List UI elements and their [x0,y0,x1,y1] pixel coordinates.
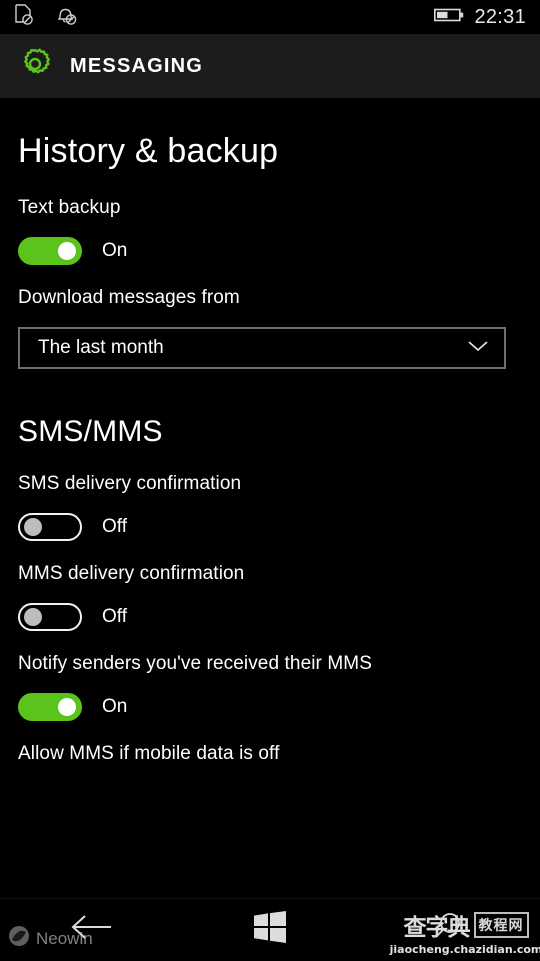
label-allow-mms-if-mobile-data-off: Allow MMS if mobile data is off [18,743,280,764]
toggle-sms-delivery-confirmation[interactable] [18,513,82,541]
toggle-knob [58,698,76,716]
battery-icon [434,7,464,28]
search-icon [433,910,467,949]
toggle-state-mms-delivery-confirmation: Off [102,606,127,627]
toggle-state-text-backup: On [102,240,128,261]
toggle-row-text-backup[interactable]: On [18,237,522,265]
toggle-mms-delivery-confirmation[interactable] [18,603,82,631]
status-bar-right: 22:31 [434,0,526,34]
status-bar-clock: 22:31 [474,5,526,28]
section-heading-history-backup: History & backup [18,132,279,170]
label-mms-delivery-confirmation: MMS delivery confirmation [18,563,245,584]
toggle-state-sms-delivery-confirmation: Off [102,516,127,537]
toggle-row-mms-delivery-confirmation[interactable]: Off [18,603,522,631]
toggle-state-notify-senders: On [102,696,128,717]
toggle-knob [58,242,76,260]
toggle-row-sms-delivery-confirmation[interactable]: Off [18,513,522,541]
back-arrow-icon [67,913,113,946]
dropdown-download-messages-from[interactable]: The last month [18,327,506,369]
status-bar-left-icons [14,3,78,31]
sim-disabled-icon [14,3,34,31]
dropdown-selected-value: The last month [38,337,164,358]
app-header: MESSAGING [0,34,540,98]
label-notify-senders: Notify senders you've received their MMS [18,653,372,674]
system-navigation-bar [0,898,540,960]
toggle-knob [24,518,42,536]
toggle-text-backup[interactable] [18,237,82,265]
toggle-row-notify-senders[interactable]: On [18,693,522,721]
page-title-header: MESSAGING [70,54,204,77]
notifications-off-icon [56,4,78,31]
status-bar: 22:31 [0,0,540,34]
toggle-knob [24,608,42,626]
back-button[interactable] [30,899,150,961]
label-sms-delivery-confirmation: SMS delivery confirmation [18,473,242,494]
settings-content: History & backup Text backup On Download… [0,98,540,898]
label-download-messages-from: Download messages from [18,287,240,308]
start-button[interactable] [210,899,330,961]
section-heading-sms-mms: SMS/MMS [18,415,163,448]
label-text-backup: Text backup [18,197,121,218]
search-button[interactable] [390,899,510,961]
settings-gear-icon [18,47,52,86]
windows-start-icon [253,911,287,948]
toggle-notify-senders[interactable] [18,693,82,721]
chevron-down-icon [466,339,490,358]
